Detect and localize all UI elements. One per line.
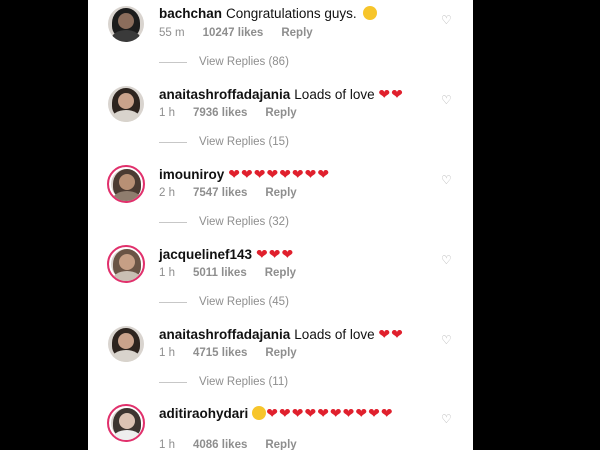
likes-count[interactable]: 7936 likes — [193, 107, 247, 119]
like-heart-icon[interactable]: ♡ — [441, 174, 453, 186]
comments-panel: bachchan Congratulations guys. 55 m 10247… — [88, 0, 473, 450]
likes-count[interactable]: 7547 likes — [193, 187, 247, 199]
view-replies-label: View Replies (86) — [199, 56, 289, 68]
avatar[interactable] — [107, 245, 145, 283]
reply-button[interactable]: Reply — [265, 107, 296, 119]
comment-meta: 1 h 5011 likes Reply — [159, 267, 439, 279]
heart-emoji-icon: ❤❤ — [378, 86, 404, 102]
reply-button[interactable]: Reply — [265, 347, 296, 359]
heart-emoji-icon: ❤❤❤❤❤❤❤❤❤❤ — [266, 405, 394, 421]
timestamp: 1 h — [159, 107, 175, 119]
view-replies[interactable]: View Replies (11) — [159, 376, 389, 388]
comment-body: Loads of love — [294, 87, 379, 102]
comment-text: anaitashroffadajania Loads of love ❤❤ — [159, 326, 429, 343]
timestamp: 55 m — [159, 27, 185, 39]
view-replies-label: View Replies (15) — [199, 136, 289, 148]
username[interactable]: bachchan — [159, 6, 222, 21]
reply-button[interactable]: Reply — [281, 27, 312, 39]
view-replies[interactable]: View Replies (15) — [159, 136, 389, 148]
divider — [159, 221, 187, 223]
view-replies-label: View Replies (45) — [199, 296, 289, 308]
comment-body: Congratulations guys. — [226, 6, 361, 21]
comment-meta: 1 h 4715 likes Reply — [159, 347, 439, 359]
username[interactable]: imouniroy — [159, 167, 224, 182]
view-replies[interactable]: View Replies (86) — [159, 56, 389, 68]
reply-button[interactable]: Reply — [265, 187, 296, 199]
likes-count[interactable]: 4715 likes — [193, 347, 247, 359]
username[interactable]: anaitashroffadajania — [159, 327, 290, 342]
avatar[interactable] — [108, 6, 144, 42]
like-heart-icon[interactable]: ♡ — [441, 334, 453, 346]
view-replies[interactable]: View Replies (32) — [159, 216, 389, 228]
avatar[interactable] — [107, 404, 145, 442]
comment-text: anaitashroffadajania Loads of love ❤❤ — [159, 86, 429, 103]
comment-text: bachchan Congratulations guys. — [159, 6, 429, 22]
comment-text: imouniroy ❤❤❤❤❤❤❤❤ — [159, 166, 429, 183]
comment-meta: 55 m 10247 likes Reply — [159, 27, 439, 39]
username[interactable]: anaitashroffadajania — [159, 87, 290, 102]
comment-meta: 1 h 4086 likes Reply — [159, 439, 439, 450]
avatar[interactable] — [107, 165, 145, 203]
divider — [159, 301, 187, 303]
hugging-face-emoji-icon — [363, 6, 378, 20]
heart-emoji-icon: ❤❤ — [378, 326, 404, 342]
username[interactable]: aditiraohydari — [159, 406, 248, 421]
likes-count[interactable]: 5011 likes — [193, 267, 247, 279]
comment-text: aditiraohydari ❤❤❤❤❤❤❤❤❤❤ — [159, 405, 429, 422]
likes-count[interactable]: 4086 likes — [193, 439, 247, 450]
username[interactable]: jacquelinef143 — [159, 247, 252, 262]
comment-meta: 2 h 7547 likes Reply — [159, 187, 439, 199]
like-heart-icon[interactable]: ♡ — [441, 413, 453, 425]
divider — [159, 381, 187, 383]
timestamp: 1 h — [159, 267, 175, 279]
avatar[interactable] — [108, 86, 144, 122]
divider — [159, 141, 187, 143]
avatar[interactable] — [108, 326, 144, 362]
divider — [159, 61, 187, 63]
heart-emoji-icon: ❤❤❤ — [256, 246, 295, 262]
view-replies-label: View Replies (32) — [199, 216, 289, 228]
heart-emoji-icon: ❤❤❤❤❤❤❤❤ — [228, 166, 331, 182]
timestamp: 2 h — [159, 187, 175, 199]
like-heart-icon[interactable]: ♡ — [441, 254, 453, 266]
heart-eyes-emoji-icon — [252, 406, 267, 420]
view-replies[interactable]: View Replies (45) — [159, 296, 389, 308]
comment-body: Loads of love — [294, 327, 379, 342]
like-heart-icon[interactable]: ♡ — [441, 14, 453, 26]
comment-meta: 1 h 7936 likes Reply — [159, 107, 439, 119]
reply-button[interactable]: Reply — [265, 267, 296, 279]
comment-text: jacquelinef143 ❤❤❤ — [159, 246, 429, 263]
like-heart-icon[interactable]: ♡ — [441, 94, 453, 106]
timestamp: 1 h — [159, 347, 175, 359]
reply-button[interactable]: Reply — [265, 439, 296, 450]
timestamp: 1 h — [159, 439, 175, 450]
likes-count[interactable]: 10247 likes — [203, 27, 264, 39]
view-replies-label: View Replies (11) — [199, 376, 289, 388]
